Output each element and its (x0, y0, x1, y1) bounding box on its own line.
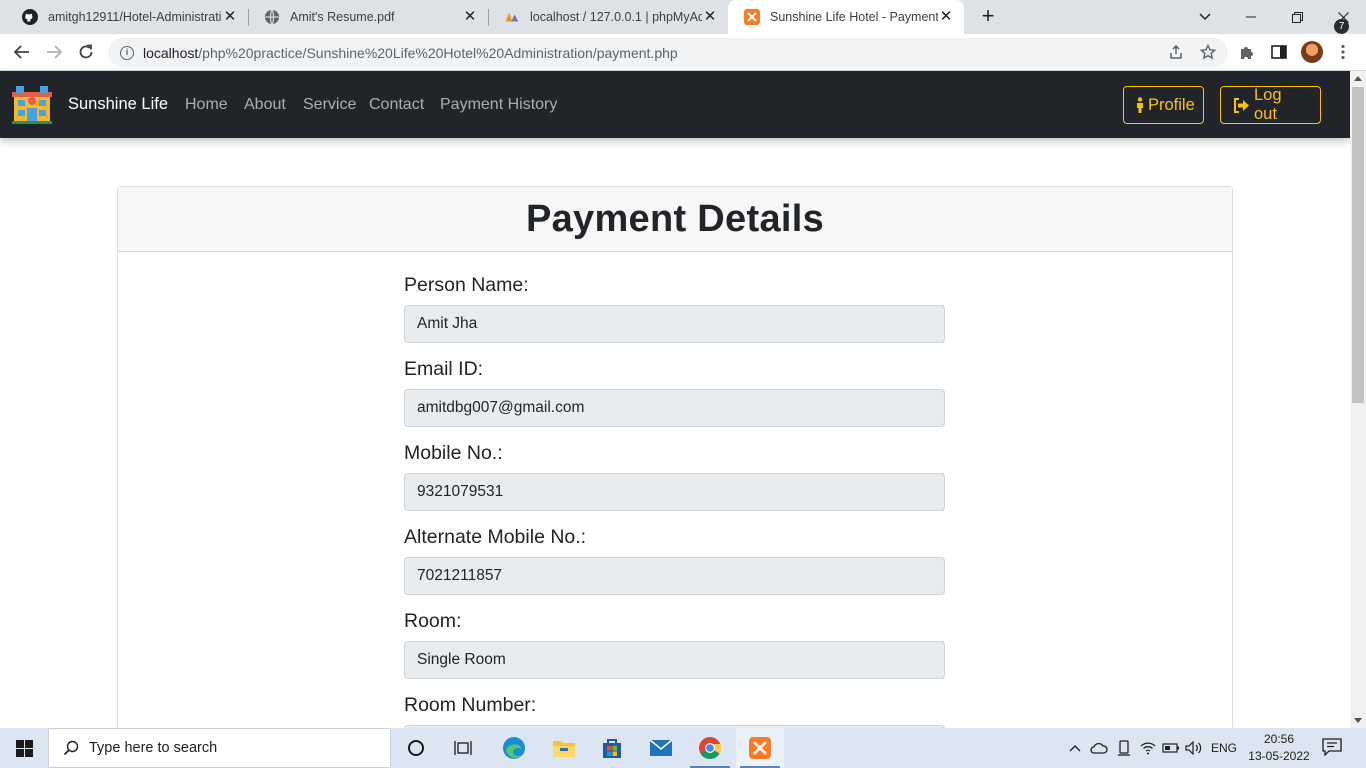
room-number-label: Room Number: (404, 694, 537, 716)
tab-github[interactable]: amitgh12911/Hotel-Administration ✕ (6, 0, 248, 34)
phpmyadmin-icon (504, 9, 520, 25)
taskbar-search-box[interactable]: Type here to search (48, 728, 391, 768)
profile-button[interactable]: Profile (1123, 86, 1204, 124)
logout-label: Log out (1254, 86, 1282, 123)
profile-label: Profile (1148, 95, 1195, 114)
windows-start-icon[interactable] (0, 728, 48, 768)
github-icon (22, 9, 38, 25)
tab-resume-pdf[interactable]: Amit's Resume.pdf ✕ (248, 0, 488, 34)
site-navbar: Sunshine Life Home About Service Contact… (0, 71, 1350, 138)
tab-title: Amit's Resume.pdf (290, 10, 395, 24)
close-tab-icon[interactable]: ✕ (222, 9, 238, 25)
close-tab-icon[interactable]: ✕ (702, 9, 718, 25)
device-icon[interactable] (1114, 728, 1134, 768)
sign-out-icon (1233, 97, 1250, 113)
room-label: Room: (404, 610, 462, 632)
xampp-taskbar-icon[interactable] (736, 728, 784, 768)
clock-date: 13-05-2022 (1248, 749, 1310, 763)
scroll-down-icon[interactable] (1354, 718, 1362, 723)
microsoft-store-icon[interactable] (588, 728, 636, 768)
address-bar[interactable]: i localhost/php%20practice/Sunshine%20Li… (108, 38, 1228, 67)
mobile-field[interactable] (404, 473, 945, 511)
url-host: localhost (143, 44, 199, 61)
browser-tabstrip: amitgh12911/Hotel-Administration ✕ Amit'… (0, 0, 1366, 34)
page-scrollbar[interactable] (1350, 71, 1366, 728)
alternate-mobile-label: Alternate Mobile No.: (404, 526, 587, 548)
edge-browser-icon[interactable] (490, 728, 538, 768)
page-title: Payment Details (525, 197, 825, 240)
alternate-mobile-field[interactable] (404, 557, 945, 595)
action-center-icon[interactable] (1322, 738, 1344, 758)
forward-arrow-icon[interactable] (40, 38, 68, 66)
mail-icon[interactable] (637, 728, 685, 768)
new-tab-button[interactable]: + (976, 5, 1000, 29)
onedrive-cloud-icon[interactable] (1089, 728, 1109, 768)
system-clock[interactable]: 20:56 13-05-2022 (1246, 731, 1312, 765)
profile-avatar[interactable] (1301, 41, 1323, 63)
chrome-menu-icon[interactable] (1332, 41, 1354, 63)
volume-icon[interactable] (1184, 728, 1204, 768)
mobile-label: Mobile No.: (404, 442, 503, 464)
hotel-logo-icon[interactable] (12, 84, 52, 124)
nav-link-contact[interactable]: Contact (369, 96, 424, 114)
url-path: /php%20practice/Sunshine%20Life%20Hotel%… (198, 44, 678, 61)
close-tab-icon[interactable]: ✕ (938, 9, 954, 25)
email-field[interactable] (404, 389, 945, 427)
payment-details-card: Payment Details Person Name: Email ID: M… (117, 186, 1233, 763)
tab-search-icon[interactable] (1182, 0, 1228, 34)
tab-payment-page[interactable]: Sunshine Life Hotel - Payment Se ✕ (728, 0, 964, 34)
back-arrow-icon[interactable] (8, 38, 36, 66)
scroll-thumb[interactable] (1352, 87, 1364, 403)
card-header: Payment Details (118, 187, 1232, 252)
extensions-puzzle-icon[interactable] (1236, 41, 1258, 63)
cortana-icon[interactable] (392, 728, 440, 768)
site-info-icon[interactable]: i (120, 45, 134, 60)
file-explorer-icon[interactable] (540, 728, 588, 768)
person-name-label: Person Name: (404, 274, 529, 296)
restore-icon[interactable] (1274, 0, 1320, 34)
room-field[interactable] (404, 641, 945, 679)
side-panel-icon[interactable] (1268, 41, 1290, 63)
notification-count-badge: 7 (1334, 19, 1349, 34)
nav-link-payment-history[interactable]: Payment History (440, 96, 557, 114)
logout-button[interactable]: Log out (1220, 86, 1321, 124)
globe-icon (264, 9, 280, 25)
share-icon[interactable] (1165, 41, 1187, 63)
nav-link-service[interactable]: Service (303, 96, 356, 114)
tab-phpmyadmin[interactable]: localhost / 127.0.0.1 | phpMyAdmin ✕ (488, 0, 728, 34)
show-hidden-icons-chevron-icon[interactable] (1066, 728, 1084, 768)
input-language[interactable]: ENG (1208, 728, 1240, 768)
close-tab-icon[interactable]: ✕ (462, 9, 478, 25)
battery-icon[interactable] (1161, 728, 1181, 768)
wifi-icon[interactable] (1138, 728, 1158, 768)
tab-title: Sunshine Life Hotel - Payment Se (770, 10, 938, 24)
bookmark-star-icon[interactable] (1197, 41, 1219, 63)
person-icon (1136, 97, 1144, 113)
minimize-icon[interactable] (1228, 0, 1274, 34)
person-name-field[interactable] (404, 305, 945, 343)
tab-title: amitgh12911/Hotel-Administration (48, 10, 222, 24)
xampp-icon (744, 9, 760, 25)
task-view-icon[interactable] (440, 728, 488, 768)
reload-icon[interactable] (72, 38, 100, 66)
windows-taskbar: Type here to search ENG 20:56 13-05-2022 (0, 728, 1366, 768)
search-placeholder: Type here to search (89, 740, 218, 756)
email-label: Email ID: (404, 358, 484, 380)
nav-link-home[interactable]: Home (185, 96, 228, 114)
browser-toolbar: i localhost/php%20practice/Sunshine%20Li… (0, 34, 1366, 71)
nav-link-about[interactable]: About (244, 96, 286, 114)
scroll-up-icon[interactable] (1354, 76, 1362, 81)
clock-time: 20:56 (1263, 732, 1295, 746)
search-icon (63, 740, 79, 756)
brand-name[interactable]: Sunshine Life (68, 95, 168, 114)
payment-form: Person Name: Email ID: Mobile No.: Alter… (404, 273, 945, 768)
chrome-taskbar-icon[interactable] (686, 728, 734, 768)
tab-title: localhost / 127.0.0.1 | phpMyAdmin (530, 10, 702, 24)
